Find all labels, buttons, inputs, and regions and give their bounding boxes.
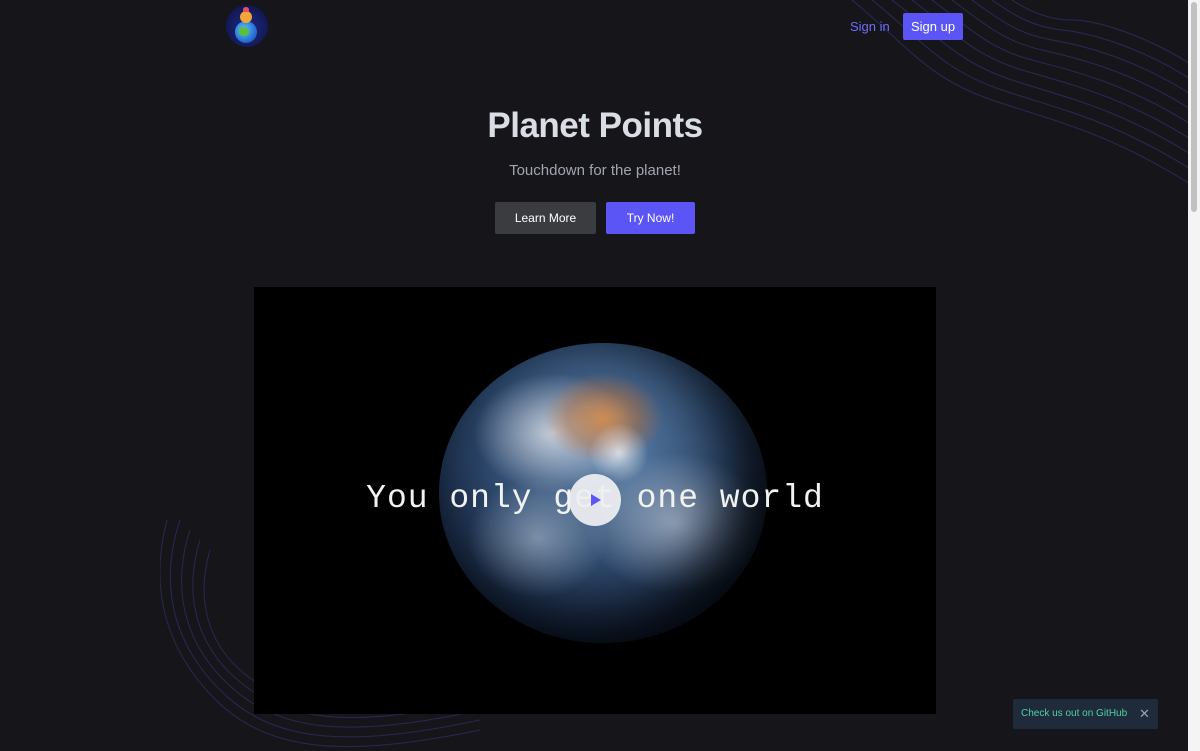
hero-title: Planet Points <box>487 106 703 145</box>
page: Sign in Sign up Planet Points Touchdown … <box>0 0 1200 751</box>
close-icon[interactable]: ✕ <box>1139 706 1150 722</box>
video-player[interactable]: You only get one world <box>254 287 936 714</box>
scrollbar-thumb[interactable] <box>1191 2 1197 212</box>
sign-in-link[interactable]: Sign in <box>850 19 890 34</box>
try-now-button[interactable]: Try Now! <box>606 202 695 234</box>
play-icon <box>591 494 601 506</box>
hero-subtitle: Touchdown for the planet! <box>509 162 681 179</box>
astronaut-glyph <box>240 7 252 23</box>
github-link[interactable]: Check us out on GitHub <box>1021 708 1127 719</box>
sign-up-button[interactable]: Sign up <box>903 13 963 40</box>
github-toast: Check us out on GitHub ✕ <box>1013 699 1158 729</box>
header: Sign in Sign up <box>0 0 1188 54</box>
scrollbar[interactable] <box>1188 0 1200 751</box>
play-button[interactable] <box>569 474 621 526</box>
learn-more-button[interactable]: Learn More <box>495 202 596 234</box>
earth-glyph <box>235 21 257 43</box>
planet-points-logo-icon[interactable] <box>226 5 268 47</box>
